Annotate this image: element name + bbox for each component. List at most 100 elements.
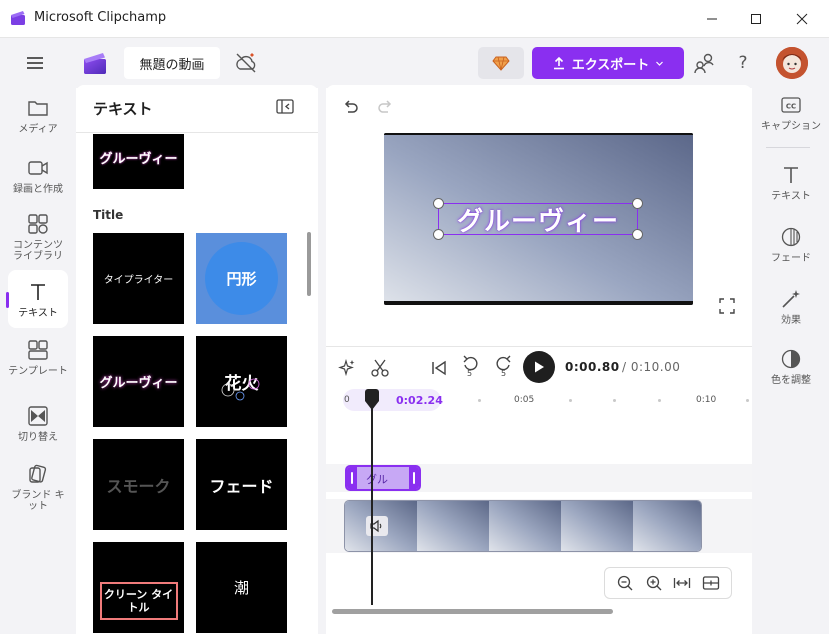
- skip-to-start-icon[interactable]: [430, 359, 448, 377]
- export-button[interactable]: エクスポート: [532, 47, 684, 79]
- resize-handle[interactable]: [632, 229, 643, 240]
- effects-icon: [782, 290, 800, 308]
- ruler-tick-label: 0:05: [514, 395, 535, 405]
- tool-fade[interactable]: フェード: [756, 225, 826, 264]
- video-clip-thumbnails: [345, 501, 701, 551]
- avatar-image: [776, 47, 808, 79]
- cloud-off-icon[interactable]: [233, 51, 259, 75]
- timeline-horizontal-scrollbar[interactable]: [332, 609, 613, 614]
- tool-captions[interactable]: CC キャプション: [756, 93, 826, 132]
- tool-label: キャプション: [761, 121, 821, 132]
- text-template-typewriter[interactable]: タイプライター: [93, 233, 184, 324]
- clipchamp-app-icon: [11, 11, 25, 25]
- panel-gap: [318, 85, 326, 634]
- nav-item-content-library[interactable]: コンテンツ ライブラリ: [8, 212, 68, 268]
- app-header: 無題の動画 エクスポート ?: [0, 38, 829, 88]
- playhead-handle[interactable]: [363, 389, 381, 411]
- play-button[interactable]: [523, 351, 555, 383]
- resize-handle[interactable]: [433, 198, 444, 209]
- project-name-field[interactable]: 無題の動画: [124, 47, 220, 79]
- text-template-fade[interactable]: フェード: [196, 439, 287, 530]
- active-nav-indicator: [6, 292, 9, 308]
- nav-item-label: 録画と作成: [13, 184, 63, 195]
- panel-divider: [76, 132, 318, 133]
- add-track-icon[interactable]: [702, 574, 720, 592]
- magic-sparkle-icon[interactable]: [338, 359, 356, 377]
- playhead-time: 0:02.24: [396, 394, 443, 407]
- scissors-icon[interactable]: [370, 358, 390, 378]
- zoom-out-icon[interactable]: [616, 574, 634, 592]
- video-preview-canvas[interactable]: グルーヴィー: [384, 133, 693, 305]
- tool-label: テキスト: [771, 191, 811, 202]
- upload-icon: [553, 56, 564, 70]
- window-title: Microsoft Clipchamp: [34, 10, 167, 25]
- color-adjust-icon: [781, 349, 801, 369]
- nav-item-label: テンプレート: [8, 366, 68, 377]
- panel-scrollbar[interactable]: [307, 232, 311, 296]
- nav-item-record[interactable]: 録画と作成: [8, 156, 68, 208]
- ruler-tick: [746, 399, 749, 402]
- text-template-fireworks[interactable]: 花火: [196, 336, 287, 427]
- fit-to-width-icon[interactable]: [673, 574, 691, 592]
- circle-shape: 円形: [205, 242, 278, 315]
- hamburger-menu-icon[interactable]: [20, 52, 50, 74]
- fullscreen-icon[interactable]: [718, 297, 736, 315]
- clean-title-frame: クリーン タイトル: [99, 581, 178, 620]
- ruler-tick: [658, 399, 661, 402]
- total-time: / 0:10.00: [622, 360, 681, 374]
- library-icon: [28, 214, 48, 234]
- user-avatar[interactable]: [776, 47, 808, 79]
- template-label: クリーン タイトル: [103, 587, 174, 614]
- forward-5-button[interactable]: 5: [492, 355, 514, 381]
- resize-handle[interactable]: [433, 229, 444, 240]
- video-clip[interactable]: [344, 500, 702, 552]
- premium-button[interactable]: [478, 47, 524, 79]
- camera-icon: [28, 161, 48, 175]
- left-navigation: メディア 録画と作成 コンテンツ ライブラリ テキスト テンプレート 切り替え …: [0, 88, 76, 634]
- mute-button[interactable]: [366, 516, 388, 536]
- collapse-panel-icon[interactable]: [275, 97, 297, 117]
- zoom-in-icon[interactable]: [645, 574, 663, 592]
- clip-trim-handle-right[interactable]: [409, 467, 419, 489]
- redo-icon[interactable]: [376, 98, 396, 118]
- maximize-button[interactable]: [734, 4, 778, 34]
- tool-effects[interactable]: 効果: [756, 287, 826, 326]
- nav-item-label: 切り替え: [18, 432, 58, 443]
- tool-text[interactable]: テキスト: [756, 163, 826, 202]
- fireworks-icon: [221, 378, 260, 401]
- text-template-tide[interactable]: 潮: [196, 542, 287, 633]
- tool-label: 効果: [781, 315, 801, 326]
- close-button[interactable]: [780, 4, 824, 34]
- fade-icon: [781, 227, 801, 247]
- editor-divider: [326, 346, 752, 347]
- text-template-groovy[interactable]: グルーヴィー: [93, 336, 184, 427]
- maximize-icon: [751, 14, 761, 24]
- undo-icon[interactable]: [340, 98, 360, 118]
- clip-trim-handle-left[interactable]: [347, 467, 357, 489]
- rewind-5-button[interactable]: 5: [460, 355, 482, 381]
- folder-icon: [28, 101, 48, 116]
- text-clip-label: グル: [366, 473, 388, 486]
- help-button[interactable]: ?: [732, 51, 754, 75]
- nav-item-transitions[interactable]: 切り替え: [8, 404, 68, 456]
- share-people-icon[interactable]: [692, 51, 718, 75]
- text-template-smoke[interactable]: スモーク: [93, 439, 184, 530]
- editor-area: グルーヴィー 5 5 0:00.80 / 0:10.00 0 0:02.24 0…: [326, 85, 752, 625]
- nav-item-brand-kit[interactable]: ブランド キット: [8, 462, 68, 518]
- tool-label: フェード: [771, 253, 811, 264]
- text-overlay-selection[interactable]: グルーヴィー: [433, 198, 643, 240]
- panel-title: テキスト: [93, 100, 153, 118]
- rewind-seconds: 5: [467, 369, 473, 378]
- svg-text:CC: CC: [786, 103, 796, 111]
- text-template-circle[interactable]: 円形: [196, 233, 287, 324]
- brand-kit-icon: [29, 464, 47, 483]
- nav-item-templates[interactable]: テンプレート: [8, 338, 68, 394]
- template-icon: [28, 340, 48, 360]
- nav-item-media[interactable]: メディア: [8, 96, 68, 148]
- text-template-clean-title[interactable]: クリーン タイトル: [93, 542, 184, 633]
- nav-item-text[interactable]: テキスト: [8, 270, 68, 328]
- tool-color-adjust[interactable]: 色を調整: [756, 347, 826, 386]
- playhead-line[interactable]: [371, 395, 373, 605]
- minimize-button[interactable]: [690, 4, 734, 34]
- resize-handle[interactable]: [632, 198, 643, 209]
